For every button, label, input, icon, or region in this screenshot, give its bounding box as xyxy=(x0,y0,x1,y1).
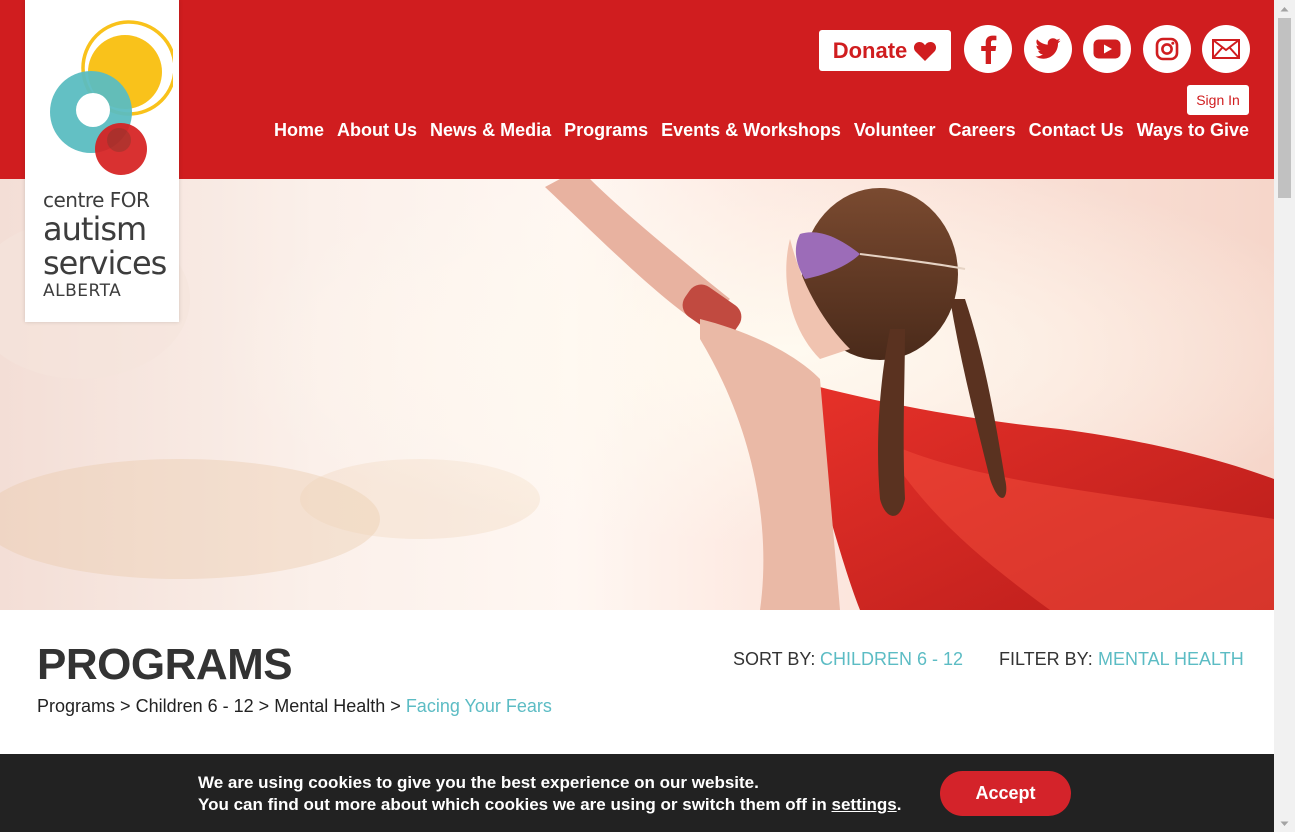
page: Donate Sign In Home About Us News & Medi… xyxy=(0,0,1295,832)
instagram-icon[interactable] xyxy=(1143,25,1191,73)
cookie-line-2: You can find out more about which cookie… xyxy=(198,794,901,816)
breadcrumb-programs[interactable]: Programs xyxy=(37,696,115,716)
twitter-icon[interactable] xyxy=(1024,25,1072,73)
sign-in-button[interactable]: Sign In xyxy=(1187,85,1249,115)
breadcrumb-separator: > xyxy=(390,696,401,716)
breadcrumb-mental-health[interactable]: Mental Health xyxy=(274,696,385,716)
site-header: Donate Sign In Home About Us News & Medi… xyxy=(0,0,1274,179)
youtube-icon[interactable] xyxy=(1083,25,1131,73)
donate-button[interactable]: Donate xyxy=(819,30,951,71)
cookie-line-1: We are using cookies to give you the bes… xyxy=(198,773,759,792)
nav-programs[interactable]: Programs xyxy=(564,120,648,141)
cookie-banner: We are using cookies to give you the bes… xyxy=(0,754,1274,832)
superhero-girl-image xyxy=(0,179,1274,610)
breadcrumb: Programs > Children 6 - 12 > Mental Heal… xyxy=(37,696,552,717)
donate-label: Donate xyxy=(832,37,908,63)
logo-line-3: services xyxy=(43,244,167,282)
breadcrumb-separator: > xyxy=(258,696,270,716)
cookie-settings-link[interactable]: settings xyxy=(832,795,897,814)
nav-careers[interactable]: Careers xyxy=(949,120,1016,141)
filter-by-label: FILTER BY: xyxy=(999,649,1093,669)
nav-events-workshops[interactable]: Events & Workshops xyxy=(661,120,841,141)
logo-line-4: ALBERTA xyxy=(43,281,122,301)
logo-circles-icon xyxy=(50,20,173,175)
sort-by-label: SORT BY: xyxy=(733,649,816,669)
sort-by-value[interactable]: CHILDREN 6 - 12 xyxy=(820,649,963,670)
nav-ways-to-give[interactable]: Ways to Give xyxy=(1137,120,1249,141)
accept-cookies-button[interactable]: Accept xyxy=(940,771,1071,816)
hero-image xyxy=(0,179,1274,610)
scroll-up-icon[interactable] xyxy=(1274,0,1295,17)
scrollbar-thumb[interactable] xyxy=(1278,18,1291,198)
breadcrumb-current: Facing Your Fears xyxy=(405,696,552,716)
cookie-line-2-suffix: . xyxy=(896,795,902,814)
nav-contact-us[interactable]: Contact Us xyxy=(1029,120,1124,141)
page-title: PROGRAMS xyxy=(37,640,293,689)
logo-line-2: autism xyxy=(43,210,147,248)
logo-line-1: centre FOR xyxy=(43,188,150,212)
facebook-icon[interactable] xyxy=(964,25,1012,73)
cookie-line-2-text: You can find out more about which cookie… xyxy=(198,795,827,814)
nav-about-us[interactable]: About Us xyxy=(337,120,417,141)
nav-home[interactable]: Home xyxy=(274,120,324,141)
cookie-message: We are using cookies to give you the bes… xyxy=(198,772,901,816)
main-nav: Home About Us News & Media Programs Even… xyxy=(274,120,1249,141)
heart-icon xyxy=(913,40,937,62)
logo-text: centre FOR autism services ALBERTA xyxy=(43,188,167,302)
nav-news-media[interactable]: News & Media xyxy=(430,120,551,141)
scroll-down-icon[interactable] xyxy=(1274,815,1295,832)
scrollbar[interactable] xyxy=(1274,0,1295,832)
email-icon[interactable] xyxy=(1202,25,1250,73)
filter-by-value[interactable]: MENTAL HEALTH xyxy=(1098,649,1244,670)
breadcrumb-children[interactable]: Children 6 - 12 xyxy=(136,696,254,716)
nav-volunteer[interactable]: Volunteer xyxy=(854,120,936,141)
breadcrumb-separator: > xyxy=(120,696,131,716)
site-logo[interactable]: centre FOR autism services ALBERTA xyxy=(25,0,179,322)
